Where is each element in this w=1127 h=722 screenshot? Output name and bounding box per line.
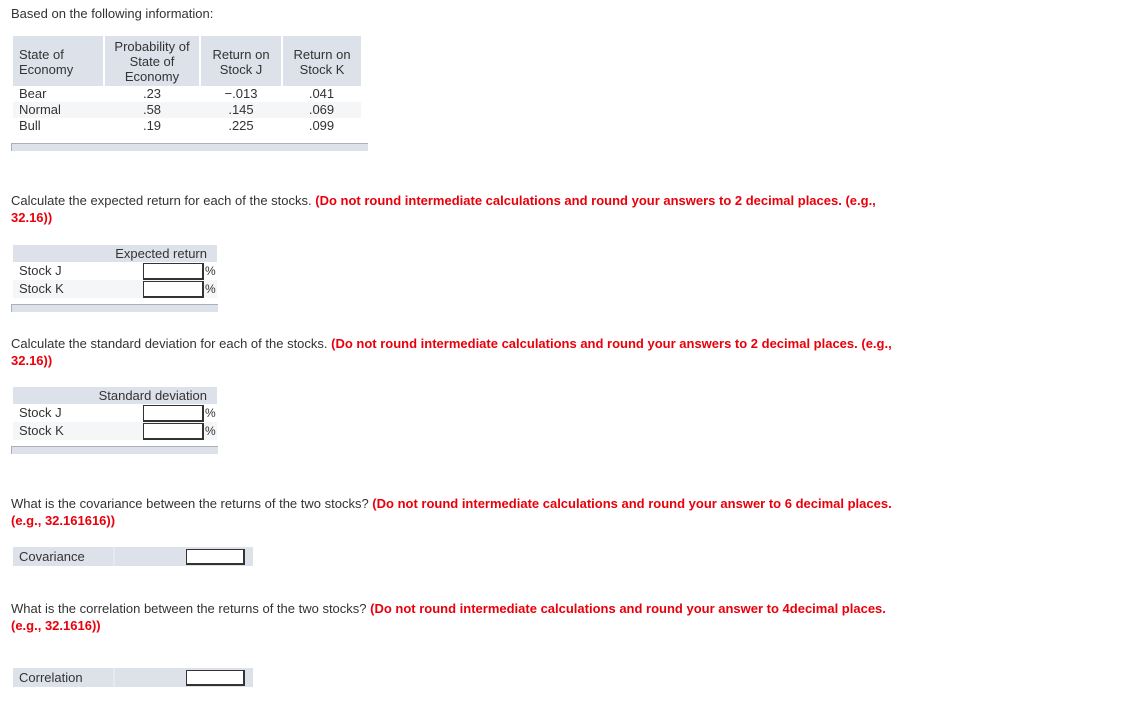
economy-info-table: State of Economy Probability of State of… [13, 36, 361, 134]
table-row: Bear .23 −.013 .041 [13, 86, 361, 102]
standard-deviation-table: Standard deviation Stock J % Stock K % [13, 387, 217, 440]
expected-return-stock-j-input[interactable] [143, 263, 204, 280]
answer-row-stock-j: Stock J % [13, 262, 217, 280]
header-state: State of Economy [13, 36, 104, 86]
table-footer-bar [11, 304, 218, 312]
question-correlation: What is the correlation between the retu… [11, 601, 886, 633]
expected-return-table: Expected return Stock J % Stock K % [13, 245, 217, 298]
correlation-input[interactable] [186, 670, 245, 686]
table-header-row: State of Economy Probability of State of… [13, 36, 361, 86]
cell-state: Bull [19, 118, 41, 133]
percent-unit: % [205, 406, 216, 420]
table-footer-bar [11, 143, 368, 151]
intro-text: Based on the following information: [11, 6, 214, 21]
cell-probability: .58 [104, 102, 200, 118]
percent-unit: % [205, 424, 216, 438]
cell-return-j: .225 [228, 118, 254, 133]
covariance-row: Covariance [13, 547, 253, 566]
std-dev-stock-j-input[interactable] [143, 405, 204, 422]
cell-state: Normal [13, 102, 104, 118]
table-row: Bull .19 .225 .099 [13, 118, 361, 134]
cell-return-j: −.013 [224, 86, 258, 101]
cell-return-j: .145 [200, 102, 282, 118]
row-label: Stock K [19, 423, 64, 438]
answer-row-stock-j: Stock J % [13, 404, 217, 422]
row-label: Stock K [19, 281, 64, 296]
header-return-k: Return on Stock K [281, 36, 361, 86]
cell-state: Bear [19, 86, 47, 101]
column-divider [113, 547, 115, 566]
expected-return-header: Expected return [13, 245, 217, 262]
cell-return-k: .099 [308, 118, 335, 133]
column-divider [113, 668, 115, 687]
question-standard-deviation: Calculate the standard deviation for eac… [11, 336, 892, 368]
row-label: Stock J [19, 405, 62, 420]
covariance-label: Covariance [19, 549, 85, 564]
standard-deviation-header: Standard deviation [13, 387, 217, 404]
answer-row-stock-k: Stock K % [13, 280, 217, 298]
table-footer-bar [11, 446, 218, 454]
cell-return-k: .069 [282, 102, 361, 118]
correlation-label: Correlation [19, 670, 83, 685]
expected-return-stock-k-input[interactable] [143, 281, 204, 298]
question-covariance: What is the covariance between the retur… [11, 496, 892, 528]
cell-probability: .23 [142, 86, 162, 101]
answer-row-stock-k: Stock K % [13, 422, 217, 440]
std-dev-stock-k-input[interactable] [143, 423, 204, 440]
row-label: Stock J [19, 263, 62, 278]
percent-unit: % [205, 282, 216, 296]
header-probability: Probability of State of Economy [103, 36, 200, 86]
question-expected-return: Calculate the expected return for each o… [11, 193, 876, 225]
percent-unit: % [205, 264, 216, 278]
header-return-j: Return on Stock J [199, 36, 282, 86]
table-row: Normal .58 .145 .069 [13, 102, 361, 118]
cell-return-k: .041 [308, 86, 335, 101]
correlation-row: Correlation [13, 668, 253, 687]
covariance-input[interactable] [186, 549, 245, 565]
cell-probability: .19 [142, 118, 162, 133]
